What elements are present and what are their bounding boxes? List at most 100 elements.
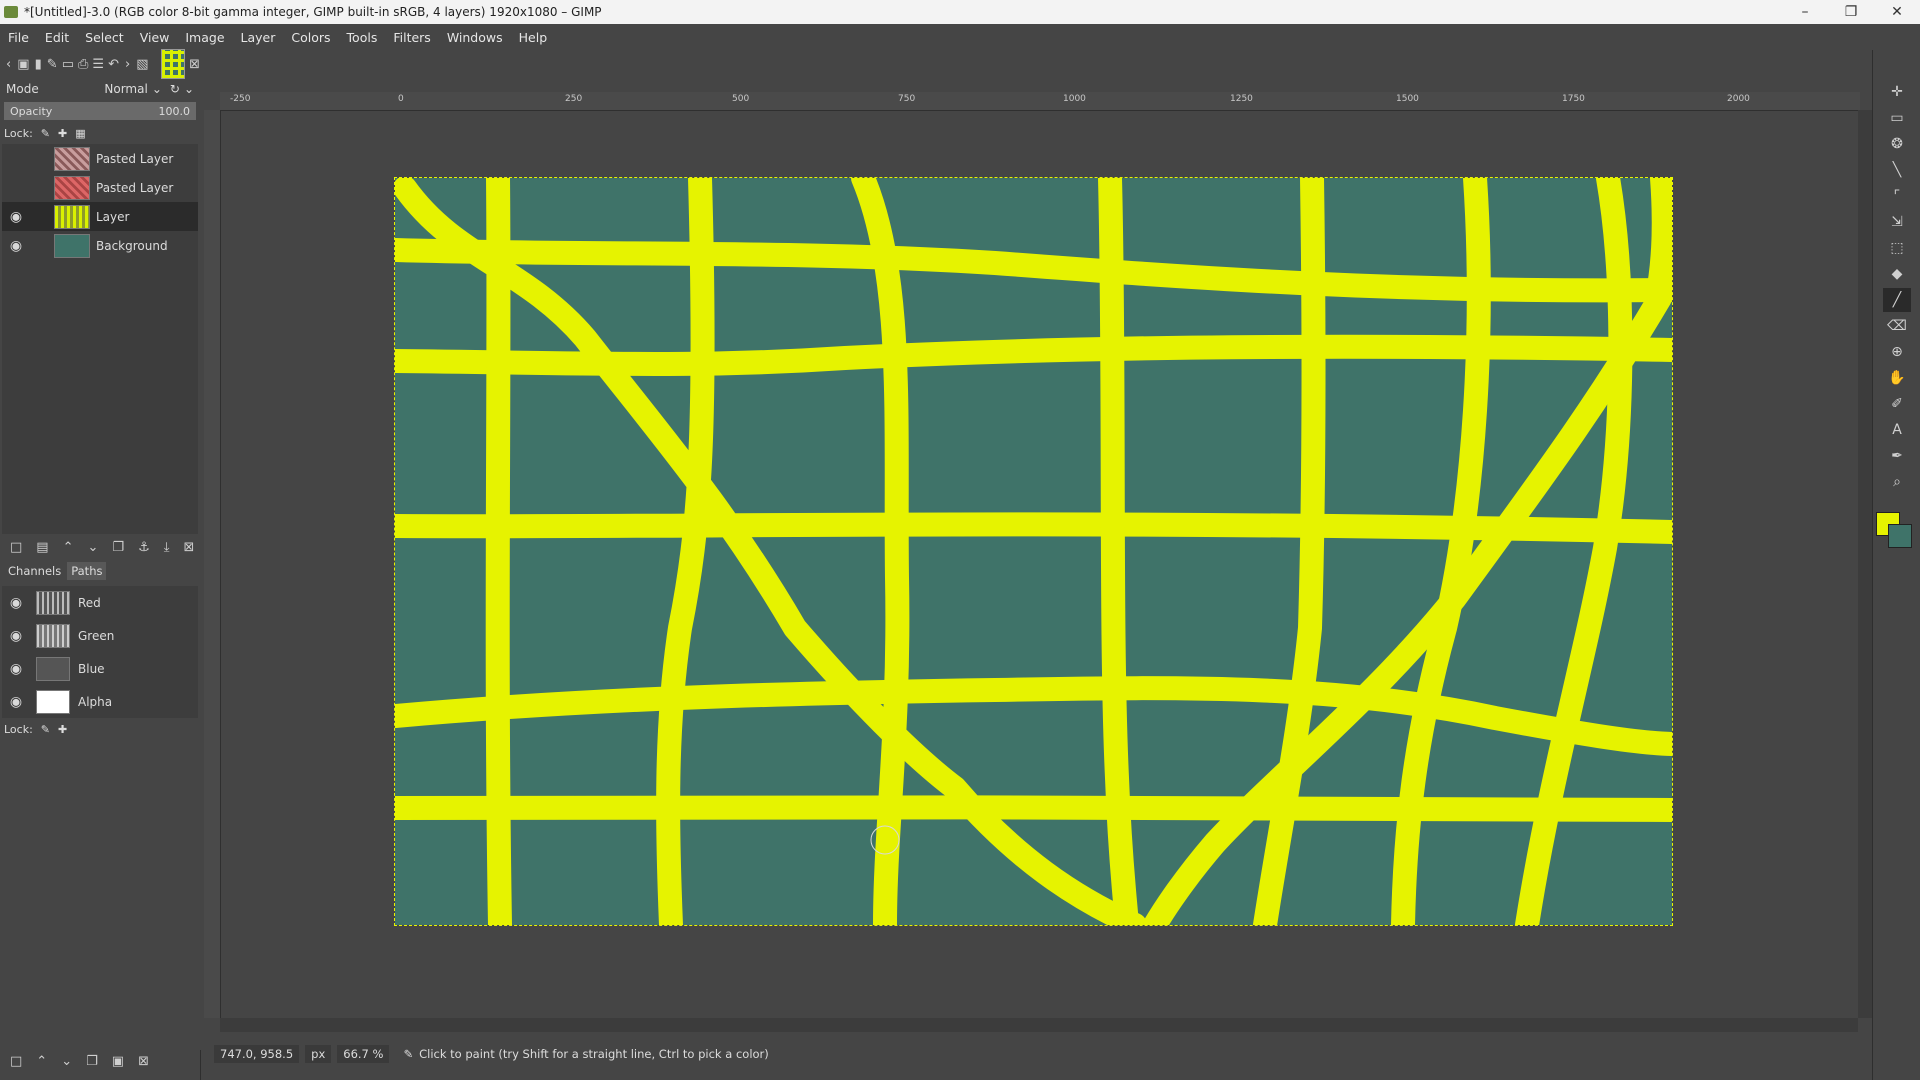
mode-label: Mode	[6, 82, 39, 96]
ruler-label: 1750	[1562, 94, 1585, 104]
layer-name: Layer	[96, 209, 130, 224]
layers-stack-icon[interactable]: ☰	[92, 55, 104, 73]
horizontal-scrollbar[interactable]	[220, 1018, 1858, 1032]
transform-tool-icon[interactable]: ⇲	[1883, 210, 1911, 234]
delete-channel-icon[interactable]: ⊠	[138, 1054, 149, 1069]
tool-options-icon[interactable]: ▣	[17, 55, 29, 73]
chevron-down-icon[interactable]: ⌄	[152, 82, 162, 96]
window-title: *[Untitled]-3.0 (RGB color 8-bit gamma i…	[24, 5, 602, 19]
lock-position-icon[interactable]: ✚	[58, 723, 67, 736]
back-icon[interactable]: ‹	[4, 55, 13, 73]
menu-edit[interactable]: Edit	[37, 30, 77, 45]
rect-select-tool-icon[interactable]: ▭	[1883, 106, 1911, 130]
lock-position-icon[interactable]: ✚	[58, 127, 67, 140]
background-color-swatch[interactable]	[1888, 524, 1912, 548]
channel-row[interactable]: ◉ Blue	[2, 652, 198, 685]
duplicate-channel-icon[interactable]: ❐	[86, 1054, 98, 1069]
minimize-button[interactable]: –	[1782, 0, 1828, 24]
layer-thumbnail	[54, 175, 90, 200]
lower-channel-icon[interactable]: ⌄	[61, 1054, 72, 1069]
channel-row[interactable]: ◉ Red	[2, 586, 198, 619]
text-tool-icon[interactable]: A	[1883, 418, 1911, 442]
forward-icon[interactable]: ›	[123, 55, 132, 73]
crop-tool-icon[interactable]: ⌜	[1883, 184, 1911, 208]
menu-tools[interactable]: Tools	[339, 30, 386, 45]
tab-paths[interactable]: Paths	[67, 562, 107, 580]
channel-to-selection-icon[interactable]: ▣	[112, 1054, 124, 1069]
unit-select[interactable]: px	[305, 1045, 332, 1063]
dock-menu-icon[interactable]: ▧	[136, 55, 148, 73]
eye-icon[interactable]: ◉	[2, 595, 30, 611]
smudge-tool-icon[interactable]: ✋	[1883, 366, 1911, 390]
lasso-tool-icon[interactable]: ❂	[1883, 132, 1911, 156]
menu-select[interactable]: Select	[77, 30, 132, 45]
pencil-icon[interactable]: ✎	[47, 55, 58, 73]
layer-row[interactable]: Pasted Layer	[2, 144, 198, 173]
image-canvas[interactable]	[383, 166, 1684, 937]
undo-icon[interactable]: ↶	[108, 55, 119, 73]
bucket-fill-tool-icon[interactable]: ◆	[1883, 262, 1911, 286]
close-button[interactable]: ✕	[1874, 0, 1920, 24]
eye-icon[interactable]: ◉	[2, 209, 30, 225]
lock-alpha-icon[interactable]: ▦	[75, 127, 85, 140]
new-layer-icon[interactable]: □	[10, 540, 22, 555]
status-bar: 747.0, 958.5 px 66.7 % ✎ Click to paint …	[200, 1040, 1870, 1068]
eye-icon[interactable]: ◉	[2, 694, 30, 710]
menu-windows[interactable]: Windows	[439, 30, 511, 45]
fuzzy-select-tool-icon[interactable]: ╲	[1883, 158, 1911, 182]
new-channel-icon[interactable]: □	[10, 1054, 22, 1069]
delete-layer-icon[interactable]: ⊠	[183, 540, 194, 555]
menu-view[interactable]: View	[132, 30, 178, 45]
image-thumbnail-tab[interactable]	[160, 49, 186, 79]
layer-row[interactable]: Pasted Layer	[2, 173, 198, 202]
move-tool-icon[interactable]: ✛	[1883, 80, 1911, 104]
warp-tool-icon[interactable]: ⬚	[1883, 236, 1911, 260]
left-dock: ‹ ▣ ▮ ✎ ▭ ⎙ ☰ ↶ › ▧ ⊠ Mode Normal ⌄ ↻ ⌄ …	[0, 49, 201, 1080]
clone-tool-icon[interactable]: ⊕	[1883, 340, 1911, 364]
menu-image[interactable]: Image	[177, 30, 232, 45]
display-icon[interactable]: ▭	[62, 55, 74, 73]
lock-pixels-icon[interactable]: ✎	[41, 723, 50, 736]
ruler-label: 1000	[1063, 94, 1086, 104]
paintbrush-tool-icon[interactable]: ╱	[1883, 288, 1911, 312]
menu-filters[interactable]: Filters	[385, 30, 438, 45]
brush-icon[interactable]: ▮	[34, 55, 43, 73]
merge-layer-icon[interactable]: ⤓	[164, 540, 170, 555]
restore-button[interactable]: ❐	[1828, 0, 1874, 24]
raise-channel-icon[interactable]: ⌃	[36, 1054, 47, 1069]
layer-row[interactable]: ◉ Layer	[2, 202, 198, 231]
chevron-down-icon[interactable]: ⌄	[184, 82, 194, 96]
anchor-layer-icon[interactable]: ⚓	[138, 540, 150, 555]
layer-name: Background	[96, 238, 168, 253]
opacity-value[interactable]: 100.0	[159, 105, 191, 118]
tab-channels[interactable]: Channels	[4, 562, 65, 580]
close-tab-icon[interactable]: ⊠	[189, 55, 200, 73]
menu-file[interactable]: File	[0, 30, 37, 45]
canvas-drawing[interactable]	[383, 166, 1684, 937]
raise-layer-icon[interactable]: ⌃	[63, 540, 74, 555]
duplicate-layer-icon[interactable]: ❐	[112, 540, 124, 555]
zoom-select[interactable]: 66.7 %	[337, 1045, 390, 1063]
opacity-slider[interactable]: Opacity 100.0	[4, 102, 196, 120]
eye-icon[interactable]: ◉	[2, 661, 30, 677]
zoom-tool-icon[interactable]: ⌕	[1883, 470, 1911, 494]
eye-icon[interactable]: ◉	[2, 628, 30, 644]
menu-help[interactable]: Help	[511, 30, 556, 45]
new-layer-group-icon[interactable]: ▤	[36, 540, 48, 555]
eye-icon[interactable]: ◉	[2, 238, 30, 254]
eraser-tool-icon[interactable]: ⌫	[1883, 314, 1911, 338]
color-picker-tool-icon[interactable]: ✒	[1883, 444, 1911, 468]
mode-select[interactable]: Normal	[104, 82, 147, 96]
channel-thumbnail	[36, 623, 70, 648]
vertical-scrollbar[interactable]	[1858, 110, 1872, 1018]
layer-row[interactable]: ◉ Background	[2, 231, 198, 260]
lower-layer-icon[interactable]: ⌄	[88, 540, 99, 555]
channel-row[interactable]: ◉ Green	[2, 619, 198, 652]
menu-layer[interactable]: Layer	[233, 30, 284, 45]
menu-colors[interactable]: Colors	[283, 30, 338, 45]
mode-reset-icon[interactable]: ↻	[170, 82, 180, 96]
lock-pixels-icon[interactable]: ✎	[41, 127, 50, 140]
printer-icon[interactable]: ⎙	[78, 55, 88, 73]
channel-row[interactable]: ◉ Alpha	[2, 685, 198, 718]
paths-tool-icon[interactable]: ✐	[1883, 392, 1911, 416]
